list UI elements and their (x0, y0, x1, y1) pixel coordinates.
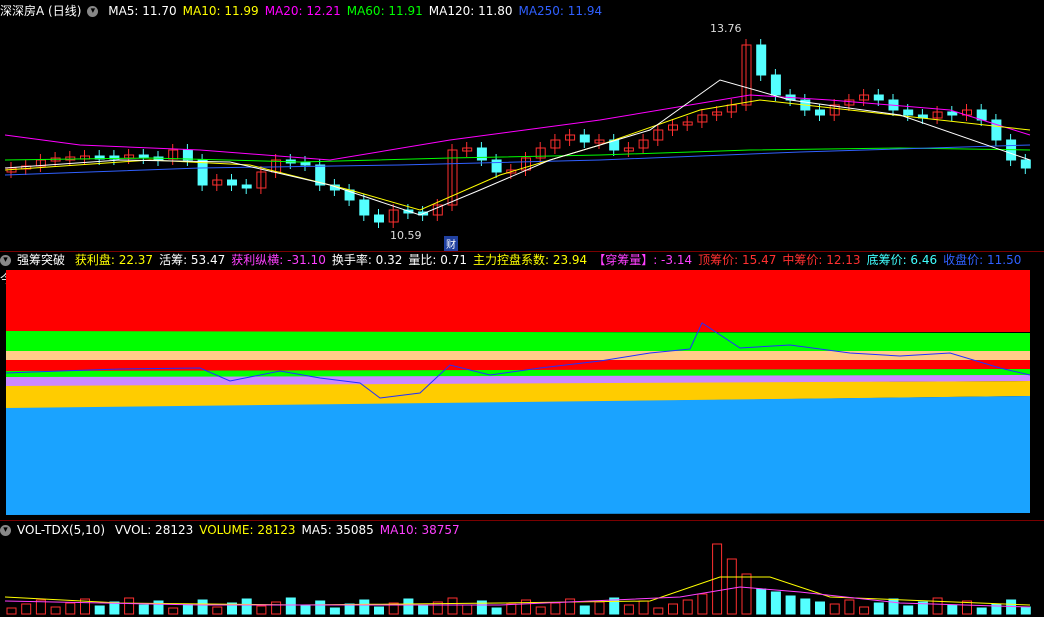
volume-bar (932, 597, 943, 615)
volume-bar (815, 601, 825, 615)
volume-bar (873, 602, 884, 615)
volume-bar (21, 603, 32, 615)
finance-tag[interactable]: 财 (444, 236, 458, 251)
volume-bar (65, 602, 76, 615)
volume-bar (976, 607, 987, 615)
volume-bar (138, 604, 149, 615)
volume-bar (535, 606, 546, 615)
candle (873, 94, 884, 101)
volume-bar (800, 598, 811, 615)
volume-bar (329, 607, 340, 615)
volume-bar (256, 605, 267, 615)
candle (300, 161, 311, 166)
candle (1020, 159, 1031, 169)
volume-value-0: VVOL: 28123 (114, 523, 194, 537)
volume-bar (403, 598, 414, 615)
candle (770, 74, 781, 96)
volume-bar (359, 599, 370, 615)
volume-bar (182, 603, 193, 615)
volume-bar (623, 604, 634, 615)
candle (374, 214, 384, 223)
chip-chart[interactable] (0, 253, 1044, 521)
volume-bar (241, 598, 252, 615)
volume-bar (888, 598, 899, 615)
volume-bar (212, 606, 223, 615)
chip-band-bottom (6, 396, 1030, 515)
volume-value-list: VVOL: 28123 VOLUME: 28123 MA5: 35085 MA10: … (115, 523, 466, 537)
volume-bar (741, 573, 752, 615)
volume-value-1: VOLUME: 28123 (199, 523, 296, 537)
volume-bar (418, 605, 429, 615)
volume-bar (168, 607, 179, 615)
volume-bar (903, 605, 914, 615)
volume-bar (197, 599, 208, 615)
candle (227, 179, 237, 186)
volume-bar (374, 606, 384, 615)
volume-bar (447, 597, 458, 615)
volume-bar (315, 600, 326, 615)
volume-bar (785, 595, 796, 615)
candle (476, 147, 487, 161)
volume-bar (859, 606, 870, 615)
volume-bar (668, 603, 678, 615)
chip-band-top (6, 270, 1030, 332)
volume-bar (6, 607, 17, 615)
volume-bar (756, 588, 767, 615)
volume-value-2: MA5: 35085 (301, 523, 374, 537)
volume-bar (844, 599, 855, 615)
low-price-label: 10.59 (390, 229, 422, 242)
volume-bar (638, 600, 649, 615)
candle (947, 111, 958, 116)
candle (241, 184, 252, 189)
volume-bar (50, 606, 61, 615)
volume-indicator-name[interactable]: VOL-TDX(5,10) (17, 523, 105, 537)
volume-bar (344, 603, 355, 615)
candle (579, 134, 590, 143)
volume-bar (947, 604, 958, 615)
candle (491, 159, 502, 173)
volume-bar (506, 603, 517, 615)
price-chart[interactable] (0, 0, 1044, 252)
chip-band (6, 331, 1030, 353)
ma20-line (4, 94, 1031, 161)
volume-bar (770, 591, 781, 615)
volume-bar (521, 599, 531, 615)
volume-bar (124, 597, 135, 615)
candle (197, 159, 208, 186)
volume-bar (271, 601, 282, 615)
volume-bar (550, 602, 561, 615)
ma10-line (4, 99, 1031, 211)
candle (903, 109, 914, 116)
volume-bar (300, 604, 311, 615)
high-price-label: 13.76 (710, 22, 742, 35)
volume-bar (697, 593, 708, 615)
volume-bar (726, 558, 737, 615)
volume-bar (682, 599, 693, 615)
volume-bar (1020, 606, 1031, 615)
volume-menu-icon[interactable]: ▾ (0, 525, 11, 536)
volume-bar (285, 597, 296, 615)
candle (359, 199, 370, 216)
volume-bar (491, 607, 502, 615)
volume-bar (94, 605, 105, 615)
chip-band (6, 351, 1030, 361)
volume-bar (653, 607, 664, 615)
volume-bar (594, 601, 605, 615)
volume-value-3: MA10: 38757 (379, 523, 460, 537)
volume-bar (579, 605, 590, 615)
volume-bar (462, 604, 473, 615)
candle (756, 44, 767, 76)
volume-chart[interactable] (0, 537, 1044, 617)
volume-bar (829, 603, 840, 615)
candle (815, 109, 825, 116)
